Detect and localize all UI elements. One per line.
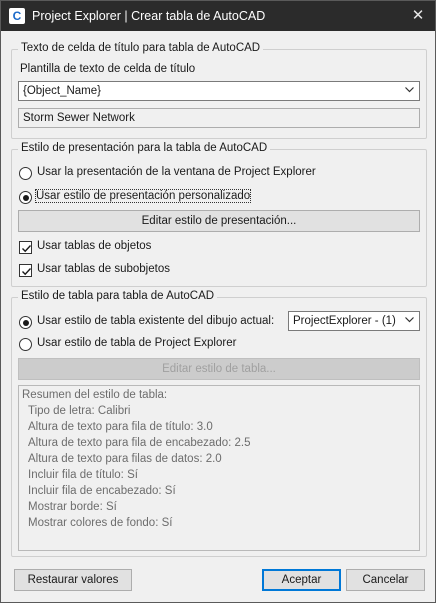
autocad-app-icon	[9, 8, 25, 24]
checkmark-icon	[22, 268, 32, 276]
accept-button[interactable]: Aceptar	[262, 569, 341, 591]
summary-line: Resumen del estilo de tabla:	[22, 389, 168, 401]
edit-table-style-button[interactable]: Editar estilo de tabla...	[18, 358, 420, 380]
summary-line: Mostrar colores de fondo: Sí	[28, 517, 173, 529]
radio-existing-table-style[interactable]	[19, 316, 32, 329]
chevron-down-icon	[405, 87, 414, 93]
summary-line: Mostrar borde: Sí	[28, 501, 117, 513]
summary-line: Altura de texto para fila de encabezado:…	[28, 437, 251, 449]
close-button[interactable]: ✕	[407, 5, 429, 27]
presentation-style-group: Estilo de presentación para la tabla de …	[11, 142, 427, 287]
radio-existing-table-style-label[interactable]: Usar estilo de tabla existente del dibuj…	[37, 315, 274, 327]
checkbox-subobject-tables[interactable]	[19, 264, 32, 277]
template-label: Plantilla de texto de celda de título	[20, 63, 196, 75]
title-cell-group-legend: Texto de celda de título para tabla de A…	[18, 42, 264, 54]
summary-line: Incluir fila de título: Sí	[28, 469, 138, 481]
template-combobox[interactable]: {Object_Name}	[18, 81, 420, 101]
cancel-button[interactable]: Cancelar	[346, 569, 425, 591]
checkbox-subobject-tables-label[interactable]: Usar tablas de subobjetos	[37, 263, 170, 275]
existing-table-style-value: ProjectExplorer - (1)	[293, 315, 396, 327]
summary-line: Tipo de letra: Calibri	[28, 405, 131, 417]
template-value: {Object_Name}	[23, 85, 101, 97]
summary-line: Altura de texto para fila de título: 3.0	[28, 421, 213, 433]
title-preview-value: Storm Sewer Network	[23, 112, 135, 124]
checkbox-object-tables[interactable]	[19, 241, 32, 254]
summary-line: Incluir fila de encabezado: Sí	[28, 485, 176, 497]
table-style-summary: Resumen del estilo de tabla: Tipo de let…	[18, 385, 420, 551]
checkbox-object-tables-label[interactable]: Usar tablas de objetos	[37, 240, 151, 252]
summary-line: Altura de texto para filas de datos: 2.0	[28, 453, 222, 465]
title-preview-field: Storm Sewer Network	[18, 108, 420, 128]
close-icon: ✕	[411, 7, 425, 24]
table-style-group: Estilo de tabla para tabla de AutoCAD Us…	[11, 290, 427, 557]
title-cell-group: Texto de celda de título para tabla de A…	[11, 42, 427, 139]
radio-window-presentation-label[interactable]: Usar la presentación de la ventana de Pr…	[37, 166, 316, 178]
chevron-down-icon	[405, 317, 414, 323]
window-title: Project Explorer | Crear tabla de AutoCA…	[32, 9, 266, 23]
existing-table-style-combobox[interactable]: ProjectExplorer - (1)	[288, 311, 420, 331]
edit-presentation-style-button[interactable]: Editar estilo de presentación...	[18, 210, 420, 232]
radio-custom-presentation-label[interactable]: Usar estilo de presentación personalizad…	[34, 189, 252, 203]
title-bar[interactable]: Project Explorer | Crear tabla de AutoCA…	[1, 1, 435, 31]
dialog-window: Project Explorer | Crear tabla de AutoCA…	[0, 0, 436, 603]
radio-custom-presentation[interactable]	[19, 191, 32, 204]
radio-window-presentation[interactable]	[19, 167, 32, 180]
presentation-group-legend: Estilo de presentación para la tabla de …	[18, 142, 271, 154]
radio-pe-table-style-label[interactable]: Usar estilo de tabla de Project Explorer	[37, 337, 236, 349]
restore-values-button[interactable]: Restaurar valores	[14, 569, 132, 591]
table-style-group-legend: Estilo de tabla para tabla de AutoCAD	[18, 290, 218, 302]
radio-pe-table-style[interactable]	[19, 338, 32, 351]
checkmark-icon	[22, 245, 32, 253]
